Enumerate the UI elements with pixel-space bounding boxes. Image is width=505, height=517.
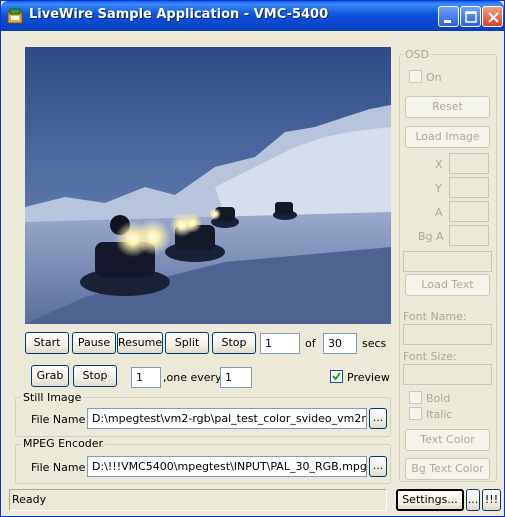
osd-bga-field[interactable] xyxy=(449,225,489,246)
osd-on-label: On xyxy=(426,71,442,84)
extra-button[interactable]: ... xyxy=(466,489,480,511)
app-icon xyxy=(7,8,23,24)
video-preview xyxy=(25,47,391,324)
bg-text-color-button[interactable]: Bg Text Color xyxy=(405,458,490,480)
osd-x-label: X xyxy=(435,158,443,171)
still-image-group-label: Still Image xyxy=(21,391,84,404)
checkmark-icon xyxy=(332,372,341,381)
load-text-button[interactable]: Load Text xyxy=(405,274,490,296)
settings-button[interactable]: Settings... xyxy=(396,489,464,511)
minimize-icon xyxy=(444,20,451,23)
osd-group-label: OSD xyxy=(403,48,432,61)
mpeg-browse-button[interactable]: ... xyxy=(369,456,387,477)
close-icon xyxy=(488,12,499,23)
font-name-field[interactable] xyxy=(403,324,492,345)
mpeg-file-label: File Name : xyxy=(31,461,93,474)
start-button[interactable]: Start xyxy=(25,332,69,354)
application-window: LiveWire Sample Application - VMC-5400 S… xyxy=(0,0,505,517)
osd-y-field[interactable] xyxy=(449,177,489,198)
bold-label: Bold xyxy=(426,392,451,405)
italic-checkbox[interactable] xyxy=(409,407,422,420)
capture-total-field[interactable]: 30 xyxy=(323,333,357,354)
grab-every-field[interactable]: 1 xyxy=(220,367,252,388)
font-name-label: Font Name: xyxy=(403,310,467,323)
status-bar: Ready xyxy=(9,489,387,511)
reset-button[interactable]: Reset xyxy=(405,96,490,118)
load-image-button[interactable]: Load Image xyxy=(405,126,490,148)
window-title: LiveWire Sample Application - VMC-5400 xyxy=(29,7,329,22)
secs-label: secs xyxy=(362,337,387,350)
grab-button[interactable]: Grab xyxy=(31,365,69,387)
close-button[interactable] xyxy=(482,6,503,27)
mpeg-file-field[interactable]: D:\!!!VMC5400\mpegtest\INPUT\PAL_30_RGB.… xyxy=(87,456,367,477)
osd-a-label: A xyxy=(435,206,443,219)
split-button[interactable]: Split xyxy=(165,332,209,354)
still-file-label: File Name : xyxy=(31,413,93,426)
text-color-button[interactable]: Text Color xyxy=(405,429,490,451)
one-every-label: ,one every xyxy=(163,371,222,384)
mpeg-encoder-group-label: MPEG Encoder xyxy=(21,437,106,450)
osd-text-field[interactable] xyxy=(403,251,492,272)
still-browse-button[interactable]: ... xyxy=(369,408,387,429)
preview-checkbox[interactable] xyxy=(330,370,343,383)
preview-label: Preview xyxy=(347,371,390,384)
italic-label: Italic xyxy=(426,408,453,421)
minimize-button[interactable] xyxy=(438,6,459,27)
resume-button[interactable]: Resume xyxy=(117,332,163,354)
osd-x-field[interactable] xyxy=(449,153,489,174)
video-frame-image xyxy=(25,47,391,324)
stop-capture-button[interactable]: Stop xyxy=(212,332,256,354)
title-bar[interactable]: LiveWire Sample Application - VMC-5400 xyxy=(1,1,504,31)
still-file-field[interactable]: D:\mpegtest\vm2-rgb\pal_test_color_svide… xyxy=(87,408,367,429)
osd-y-label: Y xyxy=(435,182,442,195)
capture-count-field[interactable]: 1 xyxy=(260,333,300,354)
pause-button[interactable]: Pause xyxy=(72,332,116,354)
osd-on-checkbox[interactable] xyxy=(409,70,422,83)
bang-button[interactable]: !!! xyxy=(482,489,501,511)
bold-checkbox[interactable] xyxy=(409,391,422,404)
status-text: Ready xyxy=(12,493,47,506)
maximize-button[interactable] xyxy=(460,6,481,27)
osd-bga-label: Bg A xyxy=(418,230,444,243)
stop-grab-button[interactable]: Stop xyxy=(73,365,117,387)
font-size-label: Font Size: xyxy=(403,350,457,363)
maximize-icon xyxy=(465,11,477,23)
of-label: of xyxy=(305,337,316,350)
grab-count-field[interactable]: 1 xyxy=(131,367,161,388)
osd-a-field[interactable] xyxy=(449,201,489,222)
font-size-field[interactable] xyxy=(403,364,492,385)
